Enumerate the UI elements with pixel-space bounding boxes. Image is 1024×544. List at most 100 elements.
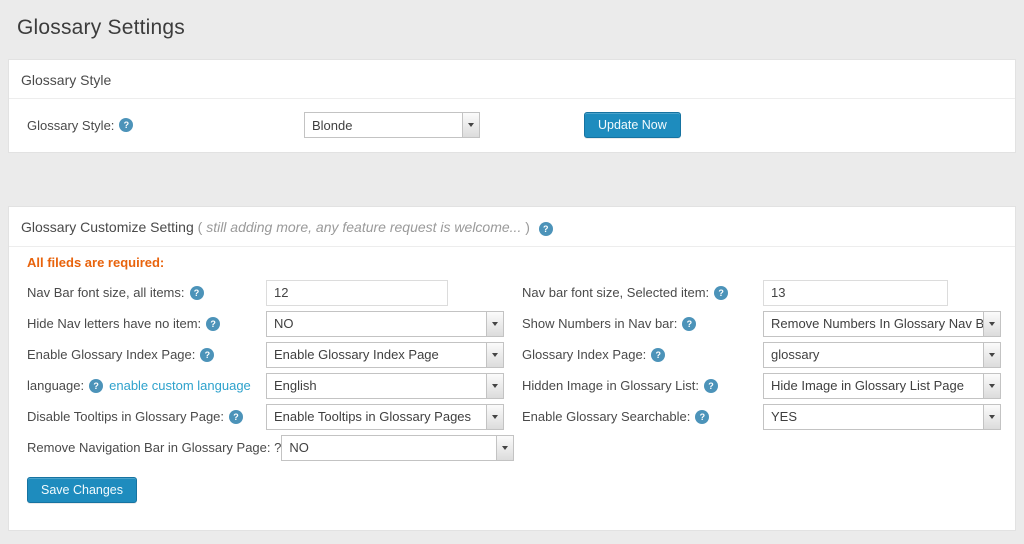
- field-label-text: Hide Nav letters have no item:: [27, 316, 202, 331]
- form-row: Nav bar font size, Selected item: ?: [514, 277, 1005, 308]
- chevron-down-icon: [486, 311, 503, 336]
- help-icon[interactable]: ?: [89, 378, 104, 393]
- help-icon[interactable]: ?: [538, 222, 553, 236]
- select-value: Hide Image in Glossary List Page: [771, 378, 964, 393]
- chevron-down-icon: [983, 404, 1000, 429]
- help-icon[interactable]: ?: [229, 409, 244, 424]
- field-label-text: Enable Glossary Index Page:: [27, 347, 196, 362]
- field-label-text: Enable Glossary Searchable:: [522, 409, 691, 424]
- help-icon[interactable]: ?: [704, 378, 719, 393]
- field-label: Enable Glossary Searchable: ?: [514, 409, 763, 424]
- field-label: language: ? enable custom language: [19, 378, 266, 393]
- select-value: Enable Tooltips in Glossary Pages: [274, 409, 472, 424]
- help-icon[interactable]: ?: [119, 118, 134, 132]
- field-label: Hide Nav letters have no item: ?: [19, 316, 266, 331]
- select-value: Enable Glossary Index Page: [274, 347, 439, 362]
- glossary-style-label-text: Glossary Style:: [27, 117, 115, 133]
- hide-nav-letters-select[interactable]: NO: [266, 310, 504, 337]
- glossary-customize-panel: Glossary Customize Setting ( still addin…: [8, 206, 1016, 531]
- form-row: Disable Tooltips in Glossary Page: ? Ena…: [19, 401, 514, 432]
- glossary-style-panel-title: Glossary Style: [21, 72, 112, 88]
- glossary-style-panel: Glossary Style Glossary Style: ? Blonde …: [8, 59, 1016, 153]
- field-label-text: Nav Bar font size, all items:: [27, 285, 185, 300]
- glossary-style-select-value: Blonde: [312, 117, 353, 133]
- help-icon[interactable]: ?: [189, 285, 204, 300]
- select-value: glossary: [771, 347, 820, 362]
- help-icon[interactable]: ?: [714, 285, 729, 300]
- glossary-settings-page: Glossary Settings Glossary Style Glossar…: [0, 0, 1024, 544]
- form-row: Glossary Index Page: ? glossary: [514, 339, 1005, 370]
- page-title-bar: Glossary Settings: [0, 0, 1024, 58]
- field-label-text: language:: [27, 378, 85, 393]
- form-row: Enable Glossary Searchable: ? YES: [514, 401, 1005, 432]
- chevron-down-icon: [496, 435, 513, 460]
- customize-panel-header: Glossary Customize Setting ( still addin…: [9, 207, 1015, 247]
- language-select[interactable]: English: [266, 372, 504, 399]
- settings-form-grid: Nav Bar font size, all items: ? Hide Nav…: [19, 277, 1005, 463]
- form-row: Nav Bar font size, all items: ?: [19, 277, 514, 308]
- glossary-style-select[interactable]: Blonde: [304, 112, 480, 138]
- remove-navigation-bar-select[interactable]: NO: [281, 434, 514, 461]
- disable-tooltips-select[interactable]: Enable Tooltips in Glossary Pages: [266, 403, 504, 430]
- field-label-text: Disable Tooltips in Glossary Page:: [27, 409, 225, 424]
- chevron-down-icon: [983, 342, 1000, 367]
- enable-custom-language-link[interactable]: enable custom language: [109, 378, 251, 393]
- select-value: YES: [771, 409, 798, 424]
- help-icon[interactable]: ?: [206, 316, 221, 331]
- field-label-text: Glossary Index Page:: [522, 347, 647, 362]
- enable-glossary-searchable-select[interactable]: YES: [763, 403, 1001, 430]
- hidden-image-in-glossary-list-select[interactable]: Hide Image in Glossary List Page: [763, 372, 1001, 399]
- customize-panel-title: Glossary Customize Setting: [21, 219, 194, 235]
- update-now-button[interactable]: Update Now: [584, 112, 681, 138]
- form-row: Hidden Image in Glossary List: ? Hide Im…: [514, 370, 1005, 401]
- help-icon[interactable]: ?: [651, 347, 666, 362]
- field-label-text: Nav bar font size, Selected item:: [522, 285, 710, 300]
- chevron-down-icon: [983, 311, 1000, 336]
- glossary-style-label: Glossary Style: ?: [19, 118, 304, 133]
- glossary-style-panel-header: Glossary Style: [9, 60, 1015, 99]
- customize-panel-subtitle: ( still adding more, any feature request…: [198, 219, 534, 235]
- glossary-style-row: Glossary Style: ? Blonde Update Now: [9, 99, 1015, 152]
- select-value: NO: [289, 440, 309, 455]
- select-value: English: [274, 378, 317, 393]
- form-column-left: Nav Bar font size, all items: ? Hide Nav…: [19, 277, 514, 463]
- page-title: Glossary Settings: [17, 16, 185, 39]
- glossary-index-page-select[interactable]: glossary: [763, 341, 1001, 368]
- form-row: Enable Glossary Index Page: ? Enable Glo…: [19, 339, 514, 370]
- chevron-down-icon: [486, 373, 503, 398]
- field-label-text: Show Numbers in Nav bar:: [522, 316, 678, 331]
- select-value: Remove Numbers In Glossary Nav Bar: [771, 316, 983, 331]
- select-value: NO: [274, 316, 294, 331]
- help-icon[interactable]: ?: [695, 409, 710, 424]
- field-label: Glossary Index Page: ?: [514, 347, 763, 362]
- form-row: Show Numbers in Nav bar: ? Remove Number…: [514, 308, 1005, 339]
- chevron-down-icon: [462, 113, 479, 137]
- field-label: Show Numbers in Nav bar: ?: [514, 316, 763, 331]
- help-icon[interactable]: ?: [682, 316, 697, 331]
- subtitle-italic: still adding more, any feature request i…: [206, 219, 522, 235]
- form-column-right: Nav bar font size, Selected item: ? Show…: [514, 277, 1005, 463]
- paren-open: (: [197, 219, 203, 235]
- field-label: Disable Tooltips in Glossary Page: ?: [19, 409, 266, 424]
- field-label: Nav Bar font size, all items: ?: [19, 285, 266, 300]
- field-label: Enable Glossary Index Page: ?: [19, 347, 266, 362]
- paren-close: ): [525, 219, 530, 235]
- required-note: All fileds are required:: [27, 255, 165, 270]
- field-label-text: Remove Navigation Bar in Glossary Page: …: [27, 440, 282, 455]
- field-label: Hidden Image in Glossary List: ?: [514, 378, 763, 393]
- form-row: Remove Navigation Bar in Glossary Page: …: [19, 432, 514, 463]
- form-row: language: ? enable custom language Engli…: [19, 370, 514, 401]
- enable-glossary-index-page-select[interactable]: Enable Glossary Index Page: [266, 341, 504, 368]
- chevron-down-icon: [486, 404, 503, 429]
- chevron-down-icon: [486, 342, 503, 367]
- save-changes-button[interactable]: Save Changes: [27, 477, 138, 503]
- field-label: Nav bar font size, Selected item: ?: [514, 285, 763, 300]
- field-label-text: Hidden Image in Glossary List:: [522, 378, 700, 393]
- customize-panel-body: All fileds are required: Nav Bar font si…: [9, 247, 1015, 530]
- nav-bar-font-size-selected-item-input[interactable]: [763, 279, 948, 306]
- nav-bar-font-size-all-items-input[interactable]: [266, 279, 448, 306]
- help-icon[interactable]: ?: [200, 347, 215, 362]
- field-label: Remove Navigation Bar in Glossary Page: …: [19, 440, 281, 455]
- chevron-down-icon: [983, 373, 1000, 398]
- show-numbers-in-nav-bar-select[interactable]: Remove Numbers In Glossary Nav Bar: [763, 310, 1001, 337]
